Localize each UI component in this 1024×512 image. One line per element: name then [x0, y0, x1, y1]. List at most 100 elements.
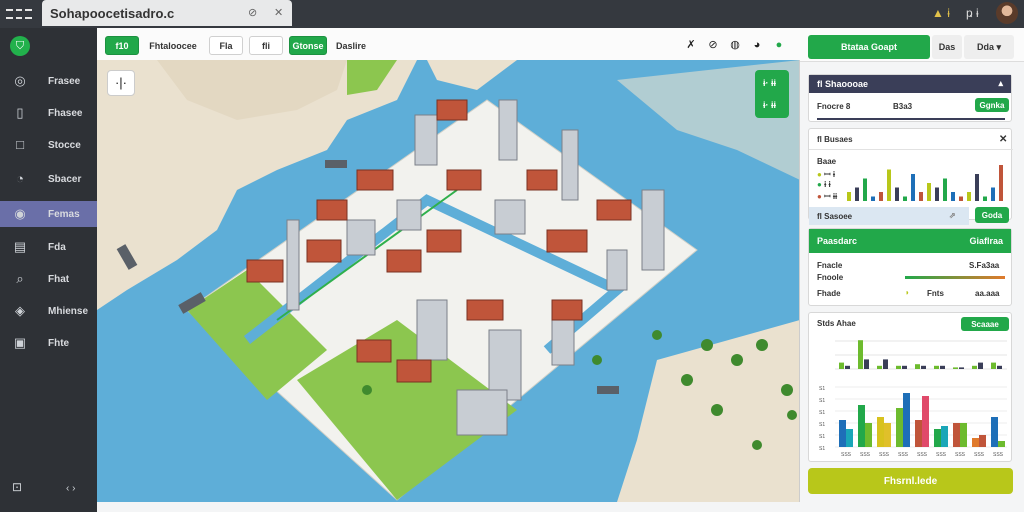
sidebar-item-label: Fhat	[48, 274, 70, 285]
app-grid-icon[interactable]	[6, 7, 33, 21]
sidebar-item-label: Fda	[48, 242, 66, 253]
stats-bar	[983, 196, 987, 201]
top-bar	[934, 365, 939, 369]
progress-card: Paasdarc Giaflraa Fnacle S.Fa3aa Fnoole F…	[808, 228, 1012, 306]
notification-icon[interactable]: ▲ ɨ	[932, 6, 950, 20]
bottom-bar	[896, 408, 903, 447]
bottom-bar	[953, 423, 960, 447]
stats-bar	[903, 196, 907, 201]
progress-row-value: aa.aaa	[975, 289, 1000, 298]
block-tool-icon[interactable]: ⊘	[705, 37, 721, 53]
tab-close-button[interactable]: ✕	[274, 6, 283, 19]
top-bar	[883, 359, 888, 369]
status-dot-icon[interactable]: ●	[771, 37, 787, 53]
stats-bar	[999, 165, 1003, 201]
stats-bar	[871, 196, 875, 201]
map-layer-control[interactable]: ɨ· ɨɨ ɨ· ɨɨ	[755, 70, 789, 118]
title-bar: Sohapoocetisadro.c ⊘ ✕ ▲ ɨ ҏ ɨ	[0, 0, 1024, 28]
bottom-bar	[915, 420, 922, 447]
progress-card-header: Paasdarc Giaflraa	[809, 229, 1011, 253]
sidebar-item-label: Sbacer	[48, 174, 82, 185]
x-tick-label: SSS	[879, 452, 890, 458]
top-bar	[940, 365, 945, 369]
progress-row-value: S.Fa3aa	[969, 261, 1000, 270]
toolbar-button-3[interactable]: Fla	[209, 36, 243, 55]
sidebar-item-7[interactable]: ⌕ Fhat	[0, 266, 97, 292]
right-panel: fl Shaoooae ▴ Fnocre 8 B3a3 Ggnka fl Busa…	[800, 62, 1024, 512]
stats-bar	[975, 174, 979, 201]
stats-legend-row: ● ɨ ɨ	[817, 180, 831, 189]
close-icon[interactable]: ✕	[999, 134, 1007, 145]
panel-tab-b[interactable]: Das	[932, 35, 962, 59]
sidebar-item-8[interactable]: ◈ Mhiense	[0, 298, 97, 324]
sidebar-item-9[interactable]: ▣ Fhte	[0, 330, 97, 356]
x-tick-label: SSS	[841, 452, 852, 458]
user-switch-icon[interactable]: ҏ ɨ	[966, 6, 979, 20]
globe-tool-icon[interactable]: ◕	[749, 37, 765, 53]
toolbar-button-2[interactable]: Fhtaloocee	[145, 36, 201, 55]
stats-bar	[935, 187, 939, 201]
panel-dropdown[interactable]: Dda ▾	[964, 35, 1014, 59]
shield-icon: ◉	[14, 206, 26, 221]
zoom-control[interactable]: ·|·	[107, 70, 135, 96]
sidebar-item-5[interactable]: ◉ Femas	[0, 201, 97, 227]
map-ctrl-b[interactable]: ɨ· ɨɨ	[763, 100, 776, 110]
x-tick-label: SSS	[860, 452, 871, 458]
sidebar-item-1[interactable]: ◎ Frasee	[0, 68, 97, 94]
stats-bar	[855, 187, 859, 201]
sidebar-item-label: Frasee	[48, 76, 81, 87]
summary-button[interactable]: Ggnka	[975, 98, 1009, 112]
cross-tool-icon[interactable]: ✗	[683, 37, 699, 53]
sidebar-item-3[interactable]: □ Stocce	[0, 132, 97, 158]
app-tab[interactable]: Sohapoocetisadro.c ⊘ ✕	[42, 0, 292, 26]
sidebar-item-6[interactable]: ▤ Fda	[0, 234, 97, 260]
y-tick-label: S1	[819, 398, 825, 404]
x-tick-label: SSS	[898, 452, 909, 458]
stats-bar	[911, 174, 915, 201]
x-tick-label: SSS	[917, 452, 928, 458]
top-bar	[991, 362, 996, 369]
top-bar	[858, 340, 863, 369]
clock-icon: ◔	[16, 171, 24, 186]
toolbar-button-4[interactable]: fli	[249, 36, 283, 55]
filter-button[interactable]: Goda	[975, 207, 1009, 223]
summary-divider	[817, 118, 1005, 120]
filter-row[interactable]: fl Sasoee ⇗	[809, 207, 969, 225]
city-map[interactable]: ·|· ɨ· ɨɨ ɨ· ɨɨ	[97, 60, 800, 502]
divider	[809, 149, 1013, 150]
progress-row-label: Fhade	[817, 289, 841, 298]
x-tick-label: SSS	[955, 452, 966, 458]
toolbar-button-5[interactable]: Gtonse	[289, 36, 327, 55]
avatar[interactable]	[996, 2, 1018, 24]
building-icon: ▯	[16, 105, 24, 120]
logo-shield-icon: ⛉	[10, 36, 30, 56]
toolbar-button-1[interactable]: f10	[105, 36, 139, 55]
progress-dot-icon: ◗	[905, 288, 910, 297]
top-bar	[921, 365, 926, 369]
map-ctrl-a[interactable]: ɨ· ɨɨ	[763, 78, 776, 88]
sidebar-item-2[interactable]: ▯ Fhasee	[0, 100, 97, 126]
progress-header-value: Giaflraa	[969, 236, 1003, 246]
sidebar-item-4[interactable]: ◔ Sbacer	[0, 166, 97, 192]
top-bar	[972, 365, 977, 369]
panel-title-button[interactable]: Btataa Goapt	[808, 35, 930, 59]
bottom-bar	[865, 423, 872, 447]
collapse-sidebar-button[interactable]: ‹ ›	[66, 483, 75, 494]
toolbar-button-6[interactable]: Daslire	[333, 36, 369, 55]
stats-legend-row: ● ꟷ ɨɨ	[817, 192, 838, 201]
chart-card-button[interactable]: Scaaae	[961, 317, 1009, 331]
tab-settings-button[interactable]: ⊘	[248, 6, 257, 19]
collapse-icon[interactable]: ⇗	[949, 211, 956, 220]
layers-tool-icon[interactable]: ◍	[727, 37, 743, 53]
top-bar	[877, 365, 882, 369]
settings-icon[interactable]: ⊡	[12, 480, 22, 494]
primary-action-button[interactable]: Fhsrnl.lede	[808, 468, 1013, 494]
bottom-bar	[903, 393, 910, 447]
y-tick-label: S1	[819, 446, 825, 452]
stats-bar-chart	[847, 165, 1003, 201]
bottom-bar	[884, 423, 891, 447]
table-icon: ▤	[13, 239, 27, 254]
progress-row-label: Fnacle	[817, 261, 843, 270]
summary-card-header: fl Shaoooae ▴	[809, 75, 1011, 93]
top-bar	[959, 367, 964, 369]
